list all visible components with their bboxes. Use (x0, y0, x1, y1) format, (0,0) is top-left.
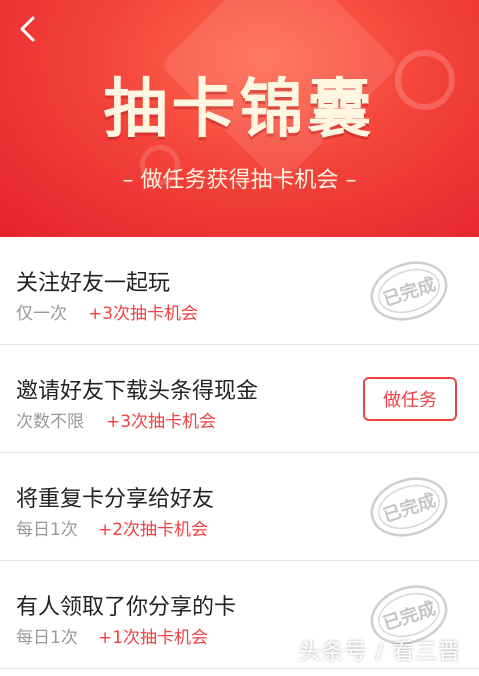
chevron-left-icon[interactable] (14, 14, 44, 44)
do-task-button[interactable]: 做任务 (363, 377, 457, 421)
task-reward: +3次抽卡机会 (106, 412, 217, 432)
task-list: 关注好友一起玩 仅一次 +3次抽卡机会 已完成 邀请好友下载头条得现金 次数不限… (0, 237, 479, 669)
task-reward: +2次抽卡机会 (98, 520, 209, 540)
header-banner: 抽卡锦囊 – 做任务获得抽卡机会 – (0, 0, 479, 237)
page-title: 抽卡锦囊 (103, 73, 376, 147)
task-name: 邀请好友下载头条得现金 (16, 379, 259, 404)
task-frequency: 每日1次 (16, 520, 78, 540)
task-name: 将重复卡分享给好友 (16, 487, 215, 512)
task-frequency: 仅一次 (16, 304, 67, 324)
task-row: 关注好友一起玩 仅一次 +3次抽卡机会 已完成 (0, 237, 479, 345)
completed-stamp: 已完成 (370, 261, 448, 321)
task-row: 将重复卡分享给好友 每日1次 +2次抽卡机会 已完成 (0, 453, 479, 561)
task-row: 邀请好友下载头条得现金 次数不限 +3次抽卡机会 做任务 (0, 345, 479, 453)
task-reward: +3次抽卡机会 (88, 304, 199, 324)
watermark: 头条号 / 看三晋 (298, 640, 461, 665)
completed-stamp: 已完成 (370, 477, 448, 537)
task-reward: +1次抽卡机会 (98, 628, 209, 648)
task-name: 有人领取了你分享的卡 (16, 595, 237, 620)
task-name: 关注好友一起玩 (16, 271, 171, 296)
task-frequency: 次数不限 (16, 412, 84, 432)
task-frequency: 每日1次 (16, 628, 78, 648)
page-subtitle: – 做任务获得抽卡机会 – (122, 168, 357, 193)
